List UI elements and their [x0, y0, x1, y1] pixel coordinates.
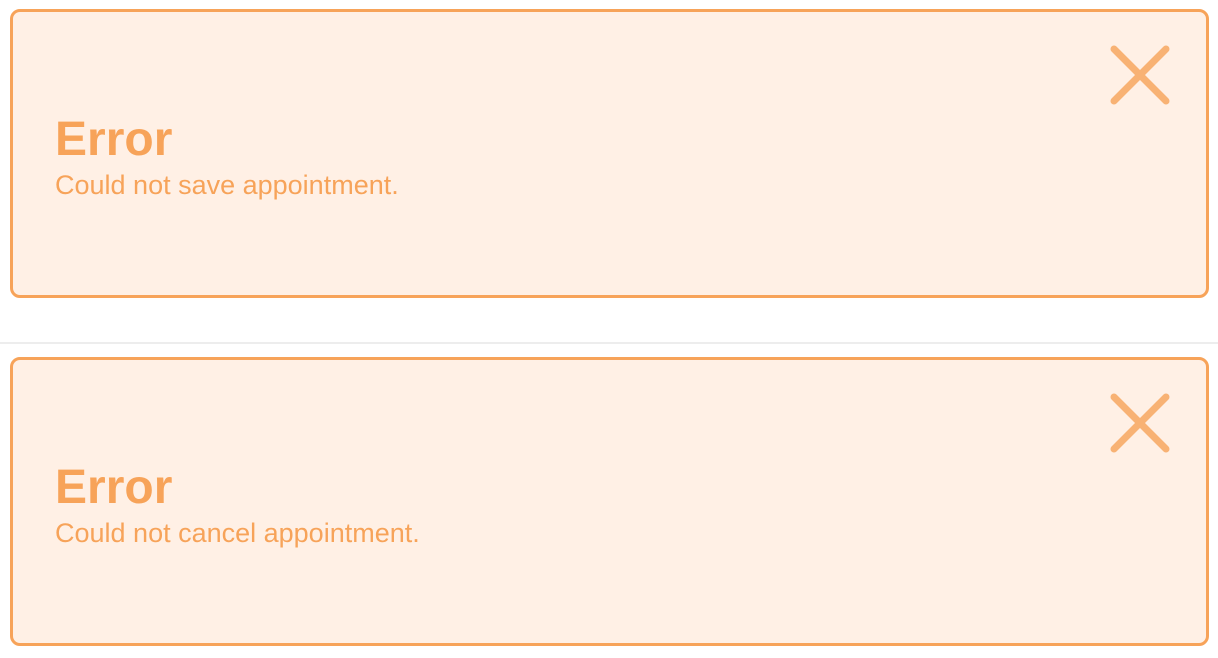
alert-title: Error — [55, 461, 173, 514]
alert-message: Could not save appointment. — [55, 170, 399, 200]
error-alert-cancel: Error Could not cancel appointment. — [10, 357, 1209, 646]
divider — [0, 342, 1218, 344]
alert-message: Could not cancel appointment. — [55, 518, 420, 548]
error-alert-save: Error Could not save appointment. — [10, 9, 1209, 298]
close-icon — [1110, 393, 1170, 453]
close-icon — [1110, 45, 1170, 105]
close-alert-button[interactable] — [1110, 45, 1170, 105]
close-alert-button[interactable] — [1110, 393, 1170, 453]
alert-title: Error — [55, 113, 173, 166]
